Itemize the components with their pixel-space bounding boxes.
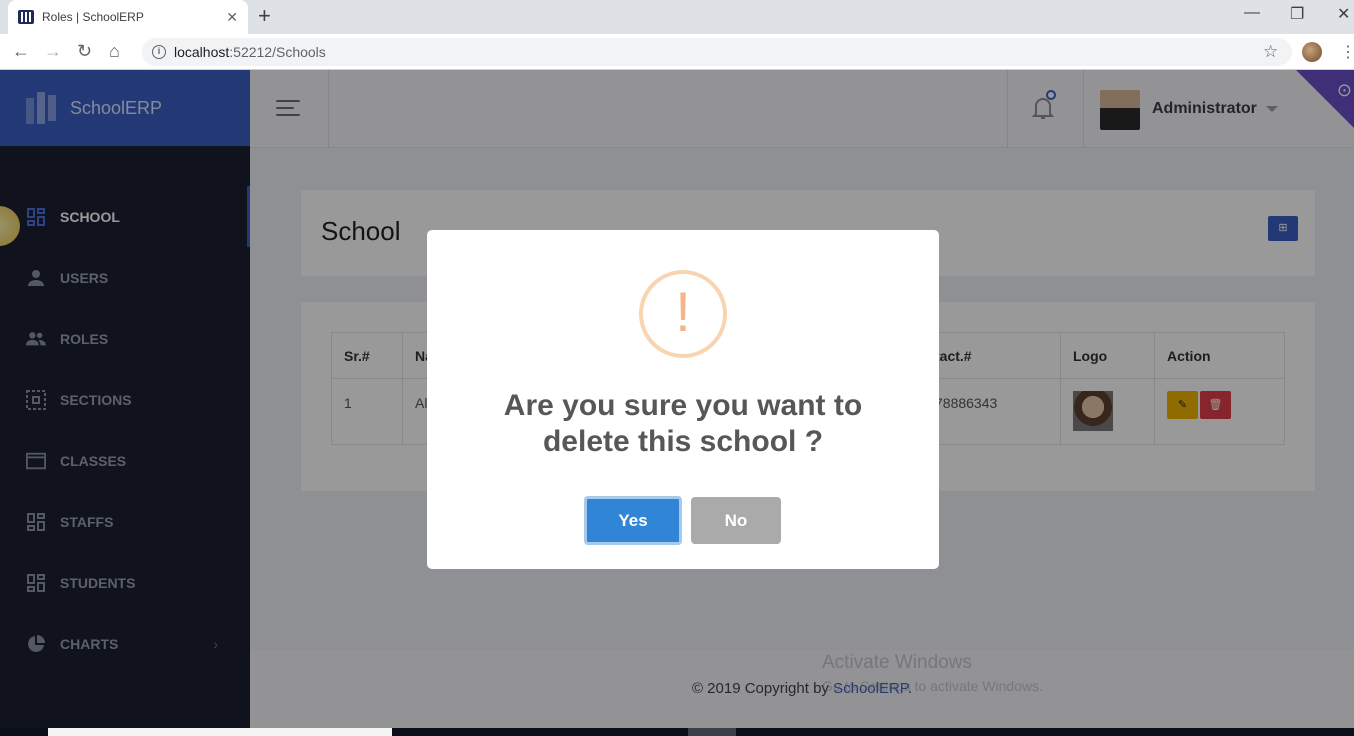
warning-icon: ! — [639, 270, 727, 358]
taskbar-search[interactable] — [48, 728, 392, 736]
profile-avatar[interactable] — [1302, 42, 1322, 62]
confirm-delete-dialog: ! Are you sure you want to delete this s… — [427, 230, 939, 569]
url-host: localhost — [174, 44, 230, 60]
url-path: :52212/Schools — [229, 44, 326, 60]
taskbar — [0, 728, 1354, 736]
back-icon[interactable]: ← — [12, 40, 30, 62]
close-window-button[interactable]: ✕ — [1337, 4, 1350, 24]
browser-tab[interactable]: Roles | SchoolERP ✕ — [8, 0, 248, 34]
bookmark-star-icon[interactable]: ☆ — [1263, 42, 1278, 62]
address-bar[interactable]: i localhost:52212/Schools — [142, 38, 1292, 66]
dialog-title: Are you sure you want to delete this sch… — [503, 389, 863, 458]
tab-title: Roles | SchoolERP — [42, 10, 144, 24]
taskbar-app[interactable] — [688, 728, 736, 736]
home-icon[interactable]: ⌂ — [109, 40, 120, 62]
maximize-button[interactable]: ❐ — [1290, 4, 1304, 24]
browser-toolbar: ← → ↻ ⌂ i localhost:52212/Schools — [0, 34, 1354, 70]
app-favicon-icon — [18, 10, 34, 24]
tab-close-icon[interactable]: ✕ — [226, 9, 238, 26]
browser-tabstrip: Roles | SchoolERP ✕ + — ❐ ✕ — [0, 0, 1354, 34]
forward-icon[interactable]: → — [44, 40, 62, 62]
site-info-icon[interactable]: i — [152, 45, 166, 59]
new-tab-button[interactable]: + — [258, 4, 271, 28]
browser-menu-icon[interactable]: ⋮ — [1340, 42, 1354, 62]
minimize-button[interactable]: — — [1244, 4, 1260, 22]
confirm-yes-button[interactable]: Yes — [584, 496, 682, 545]
confirm-no-button[interactable]: No — [691, 497, 781, 544]
reload-icon[interactable]: ↻ — [77, 40, 92, 62]
